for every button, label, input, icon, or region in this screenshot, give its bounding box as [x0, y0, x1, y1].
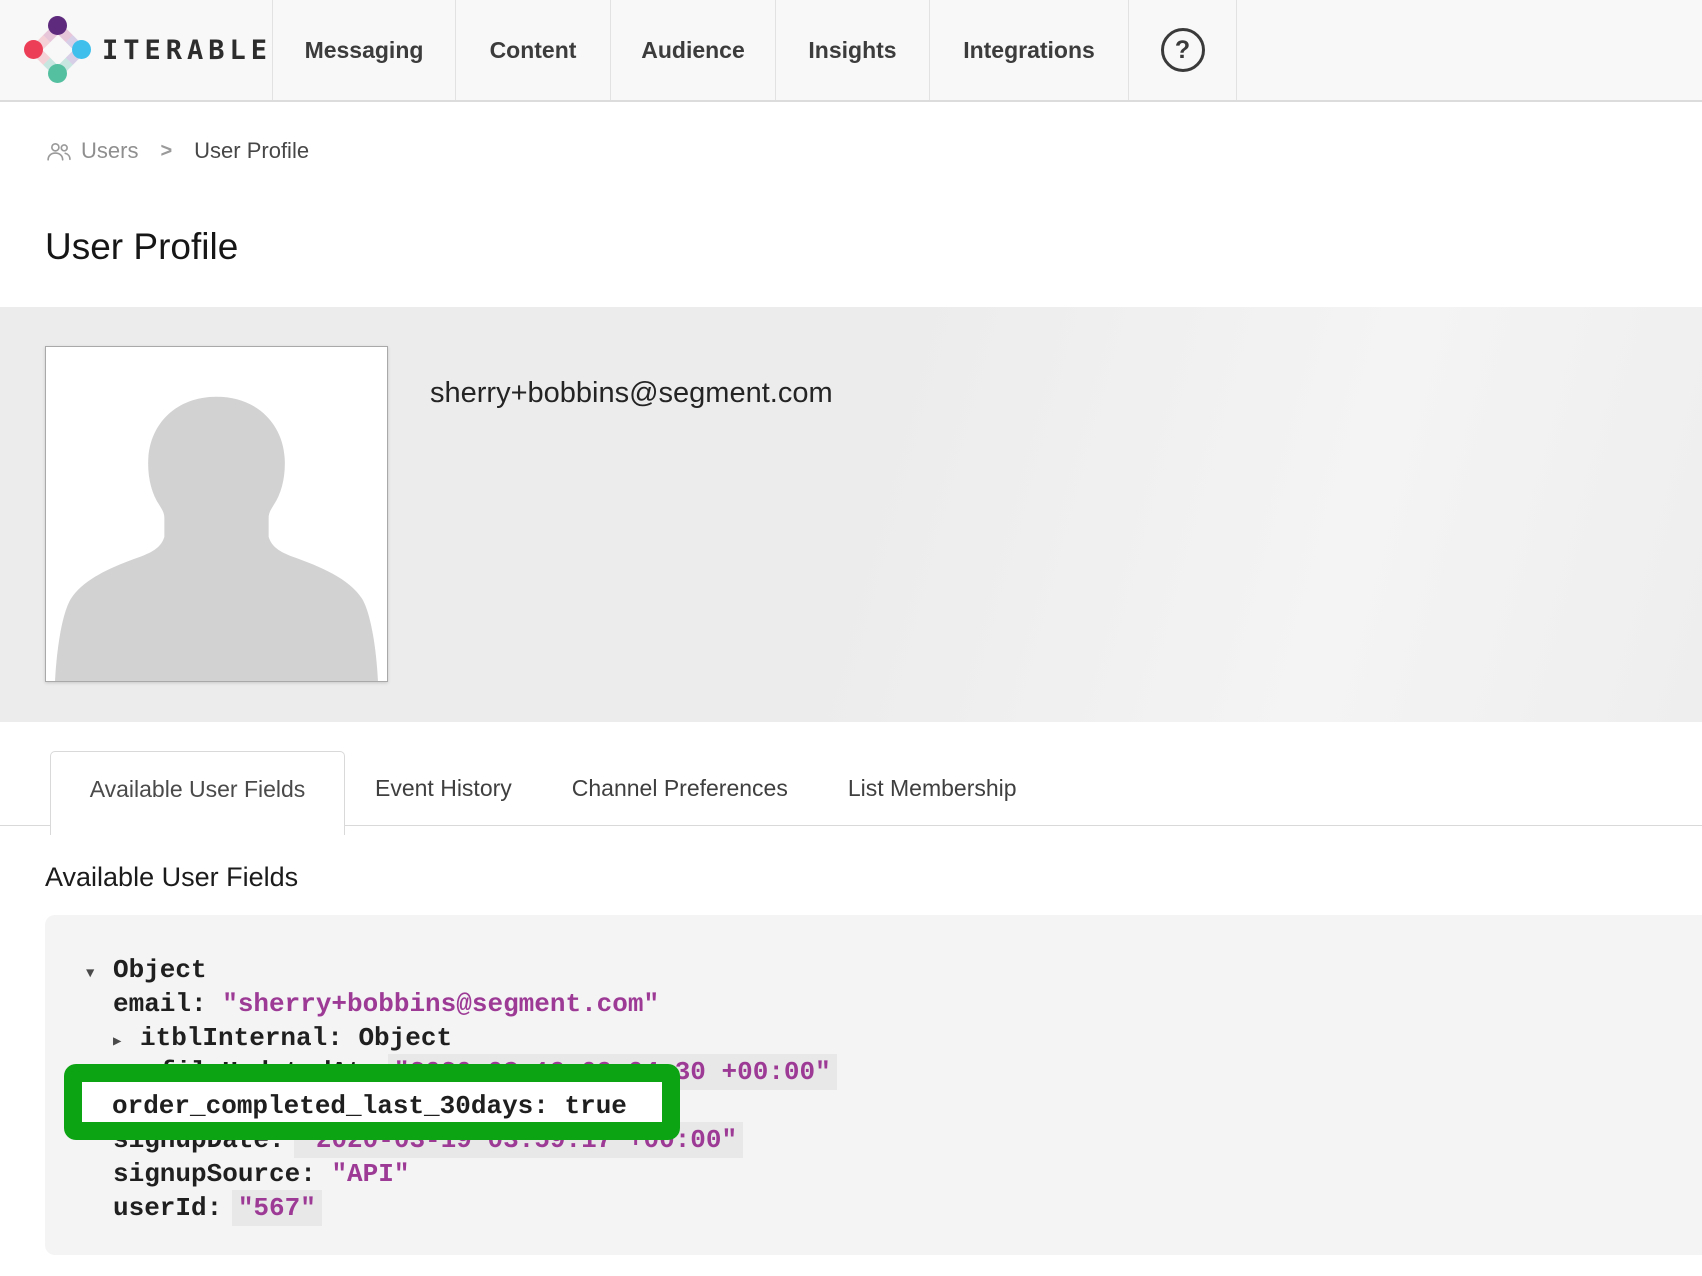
breadcrumb: Users > User Profile: [0, 135, 1702, 167]
page-title: User Profile: [0, 225, 1702, 268]
tab-channel-preferences[interactable]: Channel Preferences: [542, 751, 818, 825]
profile-email: sherry+bobbins@segment.com: [430, 377, 833, 722]
nav-item-integrations[interactable]: Integrations: [929, 0, 1128, 100]
field-value: Object: [358, 1023, 452, 1053]
field-key: signupSource:: [113, 1159, 331, 1189]
field-value: "API": [331, 1159, 409, 1189]
section-heading: Available User Fields: [0, 861, 1702, 893]
field-row-userId: userId: "567": [45, 1191, 1702, 1225]
logo-dot-blue: [72, 40, 91, 59]
logo-dot-green: [48, 64, 67, 83]
field-value: Object: [113, 955, 207, 985]
field-row-root: ▼Object: [45, 953, 1702, 987]
iterable-logo[interactable]: ITERABLE: [0, 0, 272, 100]
tab-label: Event History: [375, 775, 512, 802]
tab-label: List Membership: [848, 775, 1017, 802]
help-button[interactable]: ?: [1128, 0, 1237, 100]
field-row-signupSource: signupSource: "API": [45, 1157, 1702, 1191]
logo-dot-purple: [48, 16, 67, 35]
collapse-toggle-icon[interactable]: ▼: [86, 957, 113, 991]
logo-dot-red: [24, 40, 43, 59]
field-value: "sherry+bobbins@segment.com": [222, 989, 659, 1019]
nav-item-messaging[interactable]: Messaging: [272, 0, 455, 100]
annotation-highlight-box: order_completed_last_30days: true: [64, 1064, 680, 1140]
profile-tabs: Available User Fields Event History Channe…: [0, 751, 1702, 835]
field-value: "567": [232, 1190, 322, 1226]
field-key: order_completed_last_30days:: [112, 1091, 564, 1121]
users-icon: [45, 141, 72, 162]
nav-item-insights[interactable]: Insights: [775, 0, 929, 100]
field-key: email:: [113, 989, 222, 1019]
available-user-fields-panel: ▼Objectemail: "sherry+bobbins@segment.co…: [45, 915, 1702, 1255]
profile-summary: sherry+bobbins@segment.com: [0, 307, 1702, 722]
tab-event-history[interactable]: Event History: [345, 751, 542, 825]
avatar: [45, 346, 388, 682]
brand-name: ITERABLE: [102, 35, 272, 66]
iterable-logo-icon: [26, 18, 86, 82]
breadcrumb-users-link[interactable]: Users: [45, 138, 138, 164]
tab-available-user-fields[interactable]: Available User Fields: [50, 751, 345, 835]
field-row-order_completed_last_30days: order_completed_last_30days: true: [112, 1089, 627, 1123]
top-nav: ITERABLE MessagingContentAudienceInsight…: [0, 0, 1702, 102]
breadcrumb-users-label: Users: [81, 138, 138, 164]
breadcrumb-current: User Profile: [194, 138, 309, 164]
field-key: userId:: [113, 1193, 238, 1223]
chevron-right-icon: >: [160, 140, 172, 163]
tab-label: Channel Preferences: [572, 775, 788, 802]
field-value: true: [564, 1091, 626, 1121]
tab-list-membership[interactable]: List Membership: [818, 751, 1047, 825]
field-row-email: email: "sherry+bobbins@segment.com": [45, 987, 1702, 1021]
field-key: itblInternal:: [140, 1023, 358, 1053]
field-row-itblInternal: ▶itblInternal: Object: [45, 1021, 1702, 1055]
expand-toggle-icon[interactable]: ▶: [113, 1025, 140, 1059]
person-silhouette-icon: [46, 347, 387, 681]
help-icon: ?: [1161, 28, 1205, 72]
nav-item-content[interactable]: Content: [455, 0, 610, 100]
annotated-field-row: order_completed_last_30days: true: [82, 1089, 627, 1123]
nav-item-audience[interactable]: Audience: [610, 0, 775, 100]
tab-label: Available User Fields: [90, 776, 306, 803]
